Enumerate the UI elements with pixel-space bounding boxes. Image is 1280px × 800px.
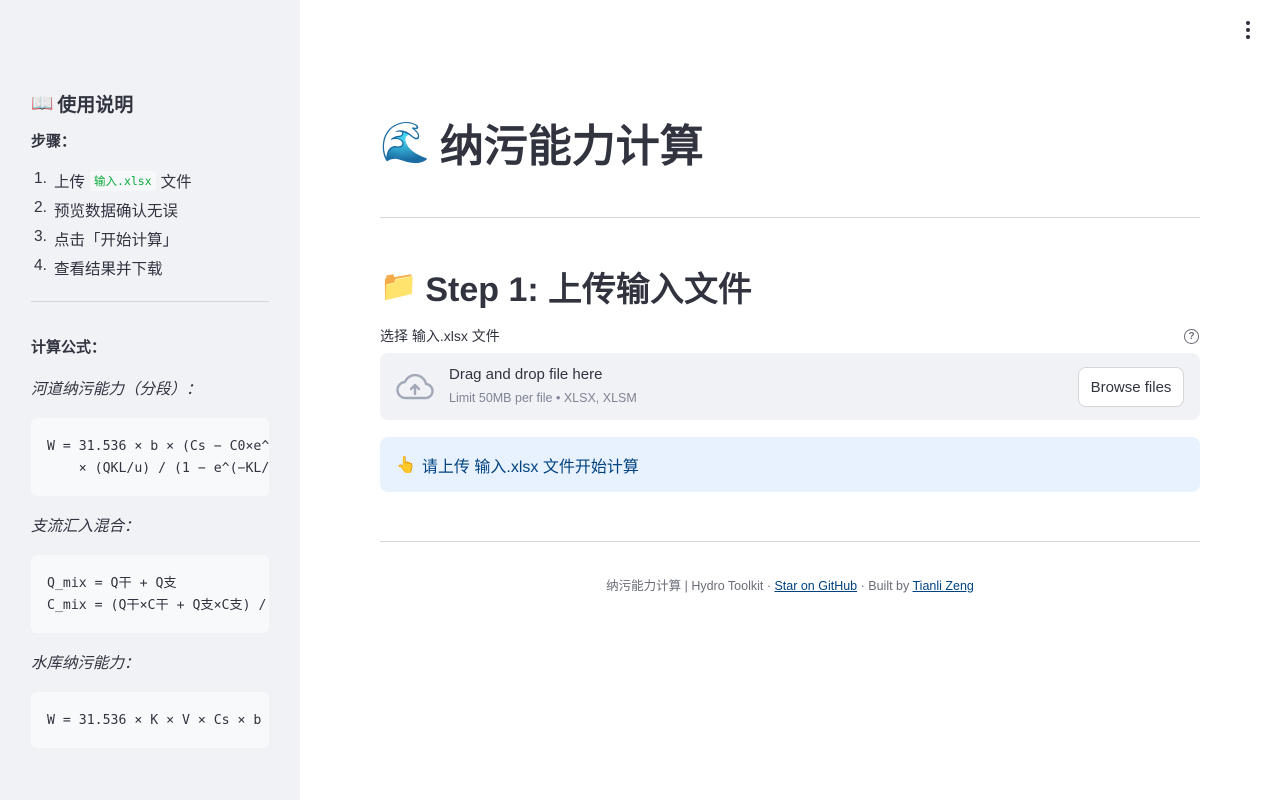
- list-item: 3. 点击「开始计算」: [31, 228, 269, 257]
- step-heading-text: Step 1: 上传输入文件: [425, 270, 753, 309]
- step-text: 点击「开始计算」: [54, 232, 179, 249]
- formula-label: 计算公式：: [31, 339, 107, 356]
- footer: 纳污能力计算 | Hydro Toolkit · Star on GitHub …: [380, 575, 1200, 594]
- file-dropzone[interactable]: Drag and drop file here Limit 50MB per f…: [380, 353, 1200, 420]
- step-number: 4.: [34, 257, 47, 274]
- github-link[interactable]: Star on GitHub: [774, 579, 857, 593]
- step-number: 3.: [34, 228, 47, 245]
- info-alert: 👆 请上传 输入.xlsx 文件开始计算: [380, 437, 1200, 492]
- step-text: 查看结果并下载: [54, 261, 163, 278]
- sidebar: 📖 使用说明 步骤： 1. 上传 输入.xlsx 文件 2. 预览数据确认无误 …: [0, 0, 300, 800]
- question-circle-icon[interactable]: ?: [1184, 329, 1199, 344]
- step-text: 预览数据确认无误: [54, 203, 179, 220]
- cloud-upload-icon: [396, 373, 434, 400]
- reservoir-formula-code[interactable]: W = 31.536 × K × V × Cs × b: [31, 692, 269, 748]
- browse-files-button[interactable]: Browse files: [1078, 367, 1184, 407]
- page-title: 🌊 纳污能力计算: [380, 112, 704, 172]
- sidebar-divider: [31, 301, 269, 302]
- river-formula-code[interactable]: W = 31.536 × b × (Cs − C0×e^(−KL/u)) × (…: [31, 418, 269, 496]
- reservoir-formula-label: 水库纳污能力：: [31, 655, 140, 672]
- list-item: 1. 上传 输入.xlsx 文件: [31, 170, 269, 199]
- tributary-formula-label: 支流汇入混合：: [31, 518, 140, 535]
- main-menu-button[interactable]: [1238, 20, 1258, 40]
- info-text: 请上传 输入.xlsx 文件开始计算: [421, 458, 639, 476]
- footer-middle: · Built by: [857, 579, 913, 593]
- dropzone-title: Drag and drop file here: [449, 366, 603, 383]
- tributary-formula-code[interactable]: Q_mix = Q干 + Q支 C_mix = (Q干×C干 + Q支×C支) …: [31, 555, 269, 633]
- pointing-up-icon: 👆: [396, 456, 416, 474]
- footer-prefix: 纳污能力计算 | Hydro Toolkit ·: [606, 579, 775, 593]
- river-formula-label: 河道纳污能力（分段）：: [31, 381, 202, 398]
- step-number: 1.: [34, 170, 47, 187]
- divider: [380, 541, 1200, 542]
- list-item: 4. 查看结果并下载: [31, 257, 269, 286]
- page-title-text: 纳污能力计算: [439, 122, 704, 171]
- author-link[interactable]: Tianli Zeng: [913, 579, 974, 593]
- step-number: 2.: [34, 199, 47, 216]
- list-item: 2. 预览数据确认无误: [31, 199, 269, 228]
- upload-label: 选择 输入.xlsx 文件: [380, 328, 500, 344]
- steps-list: 1. 上传 输入.xlsx 文件 2. 预览数据确认无误 3. 点击「开始计算」…: [31, 170, 269, 286]
- inline-code: 输入.xlsx: [90, 171, 156, 191]
- step-heading: 📁 Step 1: 上传输入文件: [380, 262, 752, 310]
- step-text: 文件: [160, 174, 192, 191]
- folder-icon: 📁: [380, 269, 418, 303]
- sidebar-title: 📖 使用说明: [31, 88, 269, 118]
- vertical-dots-icon: [1246, 21, 1250, 25]
- wave-icon: 🌊: [380, 120, 430, 165]
- book-icon: 📖: [31, 92, 54, 113]
- steps-label: 步骤：: [31, 133, 77, 150]
- step-text: 上传: [54, 174, 86, 191]
- dropzone-limit: Limit 50MB per file • XLSX, XLSM: [449, 391, 637, 405]
- sidebar-title-text: 使用说明: [57, 94, 134, 116]
- divider: [380, 217, 1200, 218]
